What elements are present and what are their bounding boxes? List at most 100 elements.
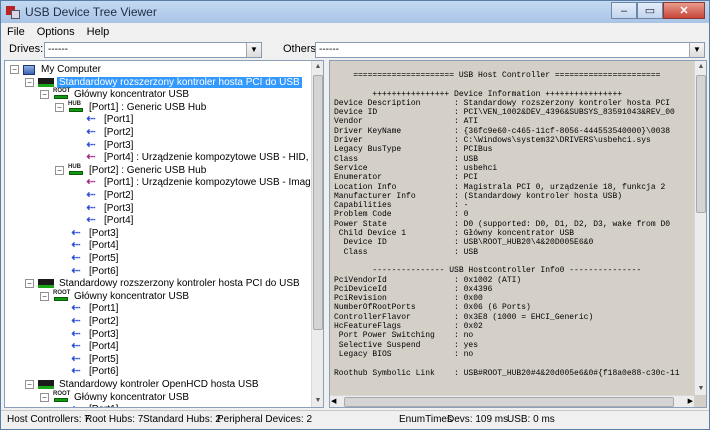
report-vertical-scrollbar[interactable]: ▲ ▼: [694, 61, 706, 395]
tree-node[interactable]: Standardowy rozszerzony kontroler hosta …: [38, 76, 302, 89]
tree-node-label[interactable]: Główny koncentrator USB: [72, 89, 191, 100]
report-scrollbar-thumb[interactable]: [696, 75, 706, 213]
tree-expander[interactable]: −: [25, 380, 34, 389]
close-button[interactable]: ✕: [663, 2, 705, 19]
tree-node-label[interactable]: [Port2] : Generic USB Hub: [87, 165, 208, 176]
tree-node[interactable]: HUB [Port1] : Generic USB Hub: [68, 101, 208, 114]
usb-port-icon: ⇠: [68, 404, 84, 407]
report-horizontal-scrollbar[interactable]: ◀ ▶: [330, 395, 694, 407]
tree-expander[interactable]: −: [25, 279, 34, 289]
tree-node-label[interactable]: [Port1] : Generic USB Hub: [87, 102, 208, 113]
tree-node[interactable]: Standardowy kontroler OpenHCD hosta USB: [38, 378, 261, 391]
tree-node[interactable]: ⇠ [Port6]: [68, 265, 120, 278]
tree-node-label[interactable]: [Port1]: [87, 404, 120, 407]
tree-node[interactable]: ROOT Główny koncentrator USB: [53, 88, 191, 101]
usb-port-icon: ⇠: [86, 113, 96, 126]
usb-port-icon: ⇠: [71, 239, 81, 252]
host-controller-icon: [38, 380, 54, 389]
scroll-right-icon[interactable]: ▶: [688, 396, 693, 407]
device-report-text[interactable]: ===================== USB Host Controlle…: [334, 71, 694, 378]
tree-node[interactable]: ⇠ [Port1]: [83, 113, 135, 126]
tree-node-label[interactable]: [Port4]: [102, 215, 135, 226]
tree-node-label[interactable]: [Port2]: [102, 127, 135, 138]
tree-node[interactable]: ⇠ [Port2]: [83, 126, 135, 139]
tree-scrollbar-thumb[interactable]: [313, 75, 323, 330]
tree-node[interactable]: ⇠ [Port3]: [83, 139, 135, 152]
device-tree[interactable]: − My Computer − Standardowy rozszerzony kon…: [5, 61, 313, 407]
tree-node[interactable]: ⇠ [Port3]: [68, 227, 120, 240]
tree-node-label[interactable]: [Port4] : Urządzenie kompozytowe USB - H…: [102, 152, 313, 163]
scroll-left-icon[interactable]: ◀: [331, 396, 336, 407]
tree-node[interactable]: ⇠ [Port4]: [83, 214, 135, 227]
others-label: Others:: [283, 43, 320, 55]
scroll-up-icon[interactable]: ▲: [312, 61, 323, 73]
tree-expander[interactable]: −: [40, 90, 49, 100]
tree-node-label[interactable]: [Port3]: [87, 228, 120, 239]
tree-expander[interactable]: −: [40, 291, 49, 301]
tree-vertical-scrollbar[interactable]: ▲ ▼: [311, 61, 323, 407]
tree-node-label[interactable]: [Port3]: [87, 329, 120, 340]
tree-node[interactable]: ⇠ [Port6]: [68, 365, 120, 378]
tree-node-label[interactable]: [Port2]: [102, 190, 135, 201]
tree-node[interactable]: My Computer: [23, 63, 103, 76]
tree-node[interactable]: ⇠[Port1]: [68, 403, 120, 407]
tree-node-label[interactable]: [Port1] : Urządzenie kompozytowe USB - I…: [102, 177, 313, 188]
tree-node-label[interactable]: [Port4]: [87, 341, 120, 352]
tree-node[interactable]: ⇠[Port1]: [68, 302, 120, 315]
tree-node-label[interactable]: Główny koncentrator USB: [72, 291, 191, 302]
tree-expander[interactable]: −: [10, 65, 19, 74]
tree-node-label[interactable]: [Port6]: [87, 266, 120, 277]
tree-node-label[interactable]: [Port1]: [102, 114, 135, 125]
tree-node-label[interactable]: [Port5]: [87, 253, 120, 264]
tree-node-label[interactable]: Standardowy rozszerzony kontroler hosta …: [57, 278, 302, 289]
tree-node[interactable]: Standardowy rozszerzony kontroler hosta …: [38, 277, 302, 290]
tree-node[interactable]: ⇠ [Port2]: [83, 189, 135, 202]
tree-node[interactable]: ⇠ [Port4]: [68, 239, 120, 252]
tree-node[interactable]: ⇠ [Port3]: [83, 202, 135, 215]
tree-node[interactable]: ⇠ [Port1] : Urządzenie kompozytowe USB - …: [83, 176, 313, 189]
tree-expander[interactable]: −: [55, 165, 64, 175]
tree-node-label[interactable]: Główny koncentrator USB: [72, 392, 191, 403]
device-info-pane: ===================== USB Host Controlle…: [329, 60, 707, 408]
tree-node-label[interactable]: [Port1]: [87, 303, 120, 314]
tree-node[interactable]: ⇠ [Port4] : Urządzenie kompozytowe USB - …: [83, 151, 313, 164]
tree-node-label[interactable]: [Port4]: [87, 240, 120, 251]
report-line: [334, 80, 694, 89]
menu-help[interactable]: Help: [81, 26, 116, 38]
menu-file[interactable]: File: [1, 26, 31, 38]
tree-node[interactable]: ⇠ [Port4]: [68, 340, 120, 353]
tree-node[interactable]: ROOT Główny koncentrator USB: [53, 391, 191, 404]
tree-node[interactable]: ⇠ [Port5]: [68, 252, 120, 265]
tree-node-label[interactable]: [Port5]: [87, 354, 120, 365]
tree-expander[interactable]: −: [55, 102, 64, 112]
tree-expander[interactable]: −: [40, 392, 49, 402]
report-line: Driver : C:\Windows\system32\DRIVERS\usb…: [334, 136, 651, 146]
maximize-button[interactable]: ▭: [637, 2, 663, 19]
scroll-up-icon[interactable]: ▲: [695, 61, 706, 73]
tree-node-label[interactable]: [Port3]: [102, 140, 135, 151]
tree-node-label[interactable]: [Port2]: [87, 316, 120, 327]
tree-node-label[interactable]: Standardowy rozszerzony kontroler hosta …: [57, 76, 302, 88]
tree-node[interactable]: HUB [Port2] : Generic USB Hub: [68, 164, 208, 177]
tree-node-label[interactable]: Standardowy kontroler OpenHCD hosta USB: [57, 379, 261, 390]
scroll-down-icon[interactable]: ▼: [695, 383, 706, 395]
root-hub-icon: ROOT: [53, 391, 70, 403]
chevron-down-icon[interactable]: ▼: [246, 43, 261, 57]
usb-port-icon: ⇠: [71, 252, 81, 264]
tree-node[interactable]: ROOT Główny koncentrator USB: [53, 290, 191, 303]
menu-options[interactable]: Options: [31, 26, 81, 38]
tree-node-label[interactable]: My Computer: [39, 64, 103, 75]
chevron-down-icon[interactable]: ▼: [689, 43, 704, 57]
tree-expander[interactable]: −: [25, 77, 34, 87]
others-dropdown[interactable]: ------ ▼: [315, 42, 705, 58]
tree-node-label[interactable]: [Port3]: [102, 203, 135, 214]
tree-node[interactable]: ⇠ [Port5]: [68, 353, 120, 366]
tree-node[interactable]: ⇠ [Port2]: [68, 315, 120, 328]
scroll-down-icon[interactable]: ▼: [312, 395, 323, 407]
drives-dropdown[interactable]: ------ ▼: [44, 42, 262, 58]
tree-node-label[interactable]: [Port6]: [87, 366, 120, 377]
tree-node[interactable]: ⇠ [Port3]: [68, 328, 120, 341]
report-hscroll-thumb[interactable]: [344, 397, 674, 407]
minimize-button[interactable]: –: [611, 2, 637, 19]
title-bar[interactable]: USB Device Tree Viewer – ▭ ✕: [1, 1, 709, 23]
